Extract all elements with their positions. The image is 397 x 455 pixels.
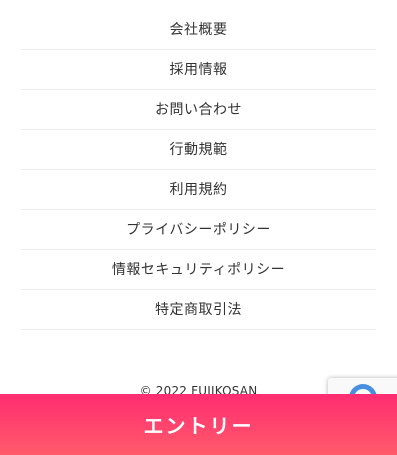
footer-link-privacy-policy[interactable]: プライバシーポリシー — [21, 210, 376, 249]
footer-nav-item-commerce: 特定商取引法 — [21, 290, 376, 330]
footer-link-commercial-transactions[interactable]: 特定商取引法 — [21, 290, 376, 329]
footer-nav-item-code-of-conduct: 行動規範 — [21, 130, 376, 170]
footer-nav-item-recruit: 採用情報 — [21, 50, 376, 90]
entry-button[interactable]: エントリー — [0, 394, 397, 455]
footer-link-security-policy[interactable]: 情報セキュリティポリシー — [21, 250, 376, 289]
footer-link-contact[interactable]: お問い合わせ — [21, 90, 376, 129]
entry-button-label: エントリー — [143, 414, 254, 438]
footer-nav-item-contact: お問い合わせ — [21, 90, 376, 130]
page: 会社概要 採用情報 お問い合わせ 行動規範 利用規約 プライバシーポリシー 情報… — [0, 0, 397, 455]
footer-nav-item-terms: 利用規約 — [21, 170, 376, 210]
footer-nav-item-privacy: プライバシーポリシー — [21, 210, 376, 250]
footer-nav-item-company: 会社概要 — [21, 10, 376, 50]
footer-link-code-of-conduct[interactable]: 行動規範 — [21, 130, 376, 169]
footer-link-company[interactable]: 会社概要 — [21, 10, 376, 49]
footer-link-terms[interactable]: 利用規約 — [21, 170, 376, 209]
footer-link-recruit[interactable]: 採用情報 — [21, 50, 376, 89]
footer-nav: 会社概要 採用情報 お問い合わせ 行動規範 利用規約 プライバシーポリシー 情報… — [21, 10, 376, 330]
footer-nav-item-security: 情報セキュリティポリシー — [21, 250, 376, 290]
